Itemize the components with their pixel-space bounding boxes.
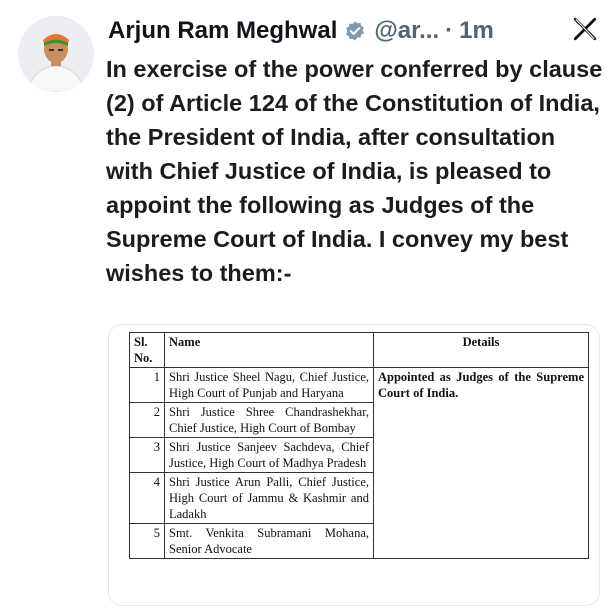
author-handle[interactable]: @ar... xyxy=(374,17,439,45)
row-sl: 1 xyxy=(129,367,165,403)
header-sl-no: Sl. No. xyxy=(129,332,165,368)
row-sl: 5 xyxy=(129,523,165,559)
row-name: Smt. Venkita Subramani Mohana, Senior Ad… xyxy=(164,523,374,559)
attached-document-image[interactable]: Sl. No. Name Details 1 Shri Justice Shee… xyxy=(108,324,600,606)
row-sl: 3 xyxy=(129,437,165,473)
row-name: Shri Justice Sheel Nagu, Chief Justice, … xyxy=(164,367,374,403)
row-name: Shri Justice Shree Chandrashekhar, Chief… xyxy=(164,402,374,438)
row-name: Shri Justice Arun Palli, Chief Justice, … xyxy=(164,472,374,524)
profile-photo xyxy=(18,16,94,92)
judges-table: Sl. No. Name Details 1 Shri Justice Shee… xyxy=(129,332,589,559)
x-logo-icon[interactable] xyxy=(572,16,598,42)
row-sl: 4 xyxy=(129,472,165,524)
row-sl: 2 xyxy=(129,402,165,438)
avatar[interactable] xyxy=(18,16,94,92)
separator-dot: · xyxy=(445,17,454,44)
tweet-text: In exercise of the power conferred by cl… xyxy=(106,56,603,286)
verified-badge-icon xyxy=(346,21,365,41)
header-name: Name xyxy=(164,332,374,368)
appointment-details: Appointed as Judges of the Supreme Court… xyxy=(373,367,589,559)
author-name[interactable]: Arjun Ram Meghwal xyxy=(108,17,337,45)
table-header-row: Sl. No. Name Details xyxy=(129,332,589,368)
tweet-header: Arjun Ram Meghwal @ar... · 1m xyxy=(108,14,602,48)
table-row: 1 Shri Justice Sheel Nagu, Chief Justice… xyxy=(129,367,589,559)
timestamp[interactable]: 1m xyxy=(459,17,494,45)
row-name: Shri Justice Sanjeev Sachdeva, Chief Jus… xyxy=(164,437,374,473)
header-details: Details xyxy=(373,332,589,368)
